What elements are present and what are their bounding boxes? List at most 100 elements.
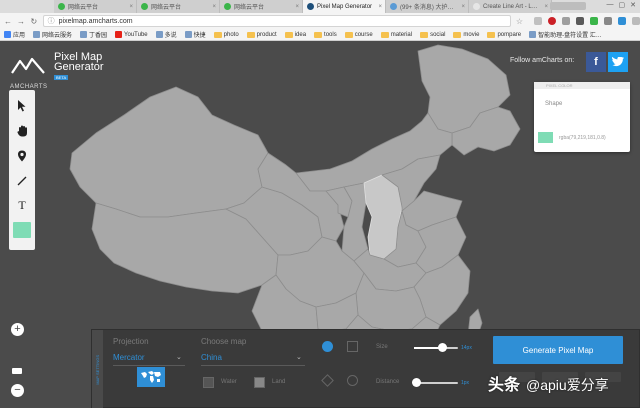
extension-icon[interactable] bbox=[618, 17, 626, 25]
size-value: 14px bbox=[461, 345, 472, 351]
amcharts-logo-icon bbox=[11, 57, 45, 74]
bookmark-item[interactable]: photo bbox=[213, 31, 239, 38]
tab-close-icon[interactable]: × bbox=[129, 4, 133, 10]
extension-icon[interactable] bbox=[534, 17, 542, 25]
zoom-in-button[interactable]: + bbox=[11, 323, 24, 336]
bookmark-label: course bbox=[354, 31, 373, 38]
pointer-tool[interactable] bbox=[11, 93, 33, 118]
bookmark-label: product bbox=[256, 31, 277, 38]
bookmark-item[interactable]: 应用 bbox=[4, 30, 25, 39]
popover-color-swatch[interactable] bbox=[538, 132, 553, 143]
site-icon bbox=[529, 31, 537, 38]
hand-tool[interactable] bbox=[11, 118, 33, 143]
maximize-icon[interactable]: ▢ bbox=[619, 1, 626, 9]
bookmark-item[interactable]: tools bbox=[314, 31, 337, 38]
generate-pixel-map-button[interactable]: Generate Pixel Map bbox=[493, 336, 623, 364]
bookmark-item[interactable]: 丁香园 bbox=[80, 30, 107, 39]
minimize-icon[interactable]: — bbox=[607, 1, 614, 9]
map-select[interactable]: China bbox=[201, 353, 222, 362]
bookmark-star-icon[interactable]: ☆ bbox=[516, 17, 523, 26]
color-popover: PIXEL COLOR Shape rgba(79,219,181,0.8) bbox=[534, 82, 630, 152]
tab-close-icon[interactable]: × bbox=[461, 4, 465, 10]
size-label: Size bbox=[376, 344, 388, 350]
shape-square-option[interactable] bbox=[347, 341, 358, 352]
size-slider-handle[interactable] bbox=[438, 343, 448, 352]
bookmark-item[interactable]: 多说 bbox=[155, 30, 177, 39]
bookmark-item[interactable]: pompare bbox=[487, 31, 521, 38]
extension-icon[interactable] bbox=[576, 17, 584, 25]
bookmark-label: material bbox=[390, 31, 413, 38]
shape-diamond-option[interactable] bbox=[321, 374, 334, 387]
pinterest-icon[interactable] bbox=[548, 17, 556, 25]
bookmark-label: 应用 bbox=[13, 33, 26, 39]
menu-icon[interactable] bbox=[632, 17, 640, 25]
tab-close-icon[interactable]: × bbox=[295, 4, 299, 10]
bookmark-item[interactable]: social bbox=[420, 31, 445, 38]
tab-favicon-icon bbox=[390, 3, 397, 10]
watermark: 头条 @apiu爱分享 bbox=[488, 371, 609, 395]
popover-shape-label: Shape bbox=[545, 101, 563, 107]
shape-circle-option[interactable] bbox=[322, 341, 333, 352]
panel-toggle[interactable]: MAP SETTINGS bbox=[92, 330, 103, 408]
bookmark-label: 快捷 bbox=[193, 33, 206, 39]
extension-icons bbox=[534, 17, 640, 25]
projection-chevron-down-icon[interactable]: ⌄ bbox=[176, 353, 182, 361]
extension-icon[interactable] bbox=[604, 17, 612, 25]
bookmark-item[interactable]: course bbox=[344, 31, 373, 38]
tab-title: Pixel Map Generator bbox=[317, 3, 373, 10]
popover-color-value[interactable]: rgba(79,219,181,0.8) bbox=[559, 135, 606, 141]
bookmark-item[interactable]: idea bbox=[284, 31, 306, 38]
browser-tab[interactable]: Pixel Map Generator × bbox=[303, 0, 386, 13]
zoom-in-icon: + bbox=[14, 323, 21, 335]
url-input[interactable]: ⓘ pixelmap.amcharts.com bbox=[42, 15, 511, 27]
browser-tab[interactable]: 网络云平台 × bbox=[137, 0, 220, 13]
forward-icon[interactable]: → bbox=[17, 17, 25, 26]
tab-close-icon[interactable]: × bbox=[544, 4, 548, 10]
close-window-icon[interactable]: ✕ bbox=[630, 1, 636, 9]
page-info-icon[interactable]: ⓘ bbox=[48, 16, 55, 26]
facebook-button[interactable]: f bbox=[586, 52, 606, 72]
bookmark-label: photo bbox=[223, 31, 239, 38]
shape-hexagon-option[interactable] bbox=[347, 375, 358, 386]
water-checkbox[interactable] bbox=[203, 377, 214, 388]
youtube-icon bbox=[115, 31, 123, 38]
map-region bbox=[69, 86, 269, 218]
twitter-button[interactable] bbox=[608, 52, 628, 72]
watermark-handle: @apiu爱分享 bbox=[526, 377, 609, 393]
browser-tab[interactable]: Create Line Art - L… × bbox=[469, 0, 552, 13]
bookmark-item[interactable]: 智能助理-盘符设置 汇… bbox=[529, 30, 602, 39]
folder-icon bbox=[344, 31, 353, 38]
bookmark-item[interactable]: 网络云服务 bbox=[33, 30, 72, 39]
bookmark-item[interactable]: 快捷 bbox=[184, 30, 206, 39]
shield-icon[interactable] bbox=[590, 17, 598, 25]
distance-slider-handle[interactable] bbox=[411, 378, 421, 387]
bookmark-item[interactable]: movie bbox=[453, 31, 479, 38]
pin-tool[interactable] bbox=[11, 143, 33, 168]
browser-tab[interactable]: 网络云平台 × bbox=[220, 0, 303, 13]
folder-icon bbox=[246, 31, 255, 38]
browser-tab[interactable]: (99+ 条消息) 大护… × bbox=[386, 0, 469, 13]
url-text: pixelmap.amcharts.com bbox=[58, 17, 133, 25]
tab-title: (99+ 条消息) 大护… bbox=[400, 5, 454, 11]
line-tool[interactable] bbox=[11, 168, 33, 193]
projection-preview-button[interactable] bbox=[137, 367, 165, 387]
bookmark-item[interactable]: material bbox=[380, 31, 413, 38]
zoom-out-button[interactable]: − bbox=[11, 384, 24, 397]
text-tool[interactable]: T bbox=[11, 193, 33, 218]
projection-select[interactable]: Mercator bbox=[113, 353, 145, 362]
bookmark-item[interactable]: product bbox=[246, 31, 277, 38]
land-checkbox[interactable] bbox=[254, 377, 265, 388]
back-icon[interactable]: ← bbox=[4, 17, 12, 26]
amcharts-logo[interactable]: Pixel Map Generator BETA bbox=[10, 52, 104, 81]
reload-icon[interactable]: ↻ bbox=[30, 17, 38, 26]
zoom-reset-button[interactable] bbox=[12, 368, 22, 374]
profile-badge[interactable] bbox=[550, 2, 586, 10]
map-chevron-down-icon[interactable]: ⌄ bbox=[296, 353, 302, 361]
tab-close-icon[interactable]: × bbox=[378, 4, 382, 10]
extension-icon[interactable] bbox=[562, 17, 570, 25]
tab-close-icon[interactable]: × bbox=[212, 4, 216, 10]
zoom-out-icon: − bbox=[14, 384, 21, 396]
color-picker-swatch[interactable] bbox=[13, 222, 31, 238]
browser-tab[interactable]: 网络云平台 × bbox=[54, 0, 137, 13]
bookmark-item[interactable]: YouTube bbox=[115, 31, 148, 38]
